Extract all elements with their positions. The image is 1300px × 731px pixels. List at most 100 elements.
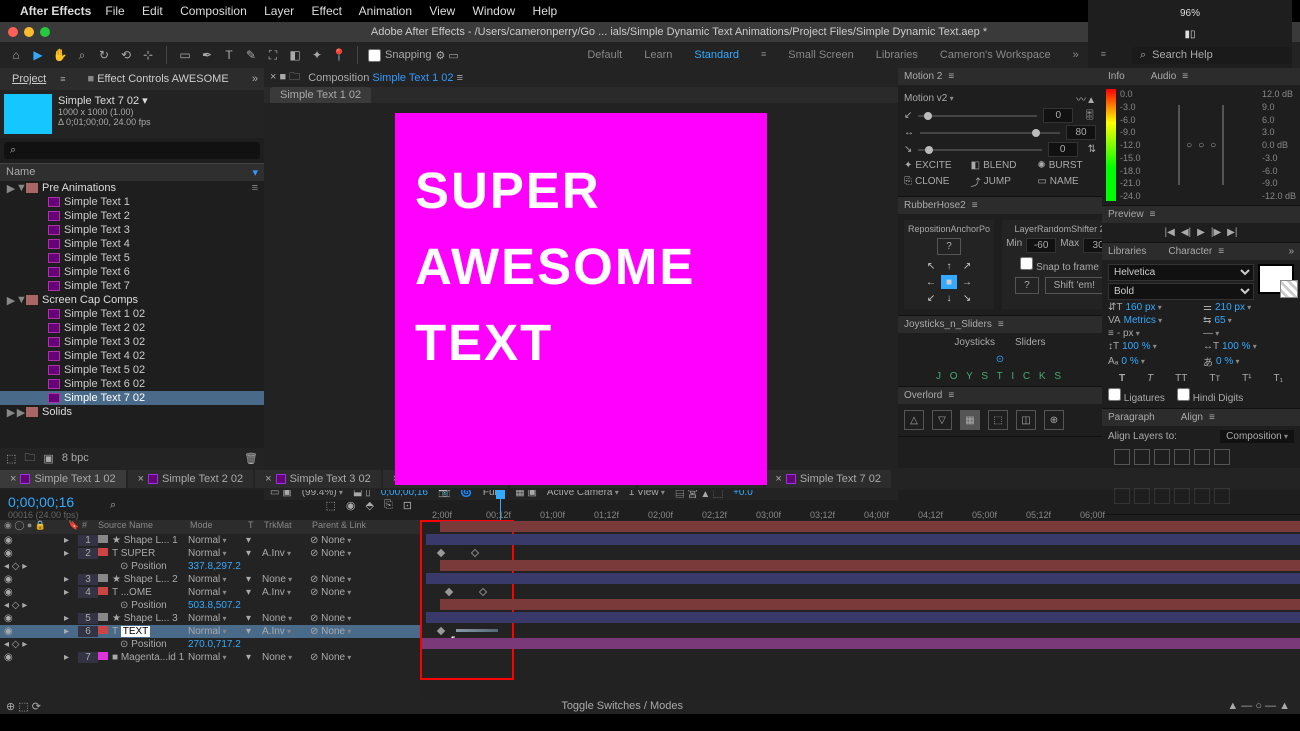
allcaps-btn[interactable]: TT xyxy=(1175,373,1187,384)
shift-em-btn[interactable]: Shift 'em! xyxy=(1045,277,1104,294)
new-folder-icon[interactable]: 🗀 xyxy=(24,449,35,468)
superscript-btn[interactable]: T¹ xyxy=(1242,373,1251,384)
ovl-3[interactable]: ▦ xyxy=(960,410,980,430)
track[interactable] xyxy=(420,585,1300,598)
btn-excite[interactable]: ✦ EXCITE xyxy=(904,160,963,171)
tl-icon-1[interactable]: ⬚ xyxy=(325,499,335,512)
timeline-timecode[interactable]: 0;00;00;16 xyxy=(8,494,102,510)
stroke-width[interactable]: - px xyxy=(1117,328,1140,339)
eraser-tool-icon[interactable]: ◧ xyxy=(287,47,303,63)
ws-custom[interactable]: Cameron's Workspace xyxy=(940,49,1051,61)
layer-row[interactable]: ◂ ◇ ▸ ⊙ Position 503.8,507.2 xyxy=(0,599,420,612)
tl-icon-5[interactable]: ⊡ xyxy=(403,499,412,512)
layer-row[interactable]: ◉ ▸ 5 ★ Shape L... 3 Normal ▾ None ⊘ Non… xyxy=(0,612,420,625)
ws-libraries[interactable]: Libraries xyxy=(876,49,918,61)
link-icon[interactable]: ⇅ xyxy=(1088,144,1096,155)
project-item[interactable]: Simple Text 7 xyxy=(0,279,264,293)
slider1-value[interactable]: 0 xyxy=(1043,108,1073,123)
btn-burst[interactable]: ✺ BURST xyxy=(1037,160,1096,171)
timeline-tracks[interactable]: ↖ xyxy=(420,520,1300,698)
layer-row[interactable]: ◂ ◇ ▸ ⊙ Position 337.8,297.2 xyxy=(0,560,420,573)
timeline-tab[interactable]: × Simple Text 1 02 xyxy=(0,470,126,488)
align-hcenter[interactable] xyxy=(1134,449,1150,465)
ovl-1[interactable]: △ xyxy=(904,410,924,430)
play-icon[interactable]: ▶ xyxy=(1197,227,1205,238)
minimize-window[interactable] xyxy=(24,27,34,37)
track[interactable] xyxy=(420,637,1300,650)
tl-icon-2[interactable]: ◉ xyxy=(346,499,356,512)
align-right[interactable] xyxy=(1154,449,1170,465)
font-family[interactable]: Helvetica xyxy=(1108,264,1254,281)
pen-tool-icon[interactable]: ✒ xyxy=(199,47,215,63)
project-item[interactable]: Simple Text 2 02 xyxy=(0,321,264,335)
tuning-icon[interactable]: 🎚 xyxy=(1083,110,1096,121)
baseline[interactable]: 0 % xyxy=(1121,356,1144,367)
last-frame-icon[interactable]: ▶| xyxy=(1227,227,1237,238)
folder-scc[interactable]: Screen Cap Comps xyxy=(42,294,138,306)
trash-icon[interactable]: 🗑 xyxy=(244,452,258,465)
folder-solids[interactable]: Solids xyxy=(42,406,72,418)
stroke-style[interactable]: — xyxy=(1203,328,1219,339)
tab-audio[interactable]: Audio xyxy=(1151,71,1177,82)
hand-tool-icon[interactable]: ✋ xyxy=(52,47,68,63)
home-icon[interactable]: ⌂ xyxy=(8,47,24,63)
panel-rubberhose[interactable]: RubberHose2 xyxy=(904,200,966,211)
project-item[interactable]: Simple Text 1 xyxy=(0,195,264,209)
sort-icon[interactable]: ▾ xyxy=(252,166,258,179)
smallcaps-btn[interactable]: Tᴛ xyxy=(1209,373,1220,384)
layer-row[interactable]: ◉ ▸ 3 ★ Shape L... 2 Normal ▾ None ⊘ Non… xyxy=(0,573,420,586)
prev-frame-icon[interactable]: ◀| xyxy=(1181,227,1191,238)
project-item[interactable]: Simple Text 3 02 xyxy=(0,335,264,349)
zoom-slider[interactable]: ▲ — ○ — ▲ xyxy=(1217,700,1300,712)
slider-1[interactable] xyxy=(918,115,1037,117)
col-name[interactable]: Name xyxy=(6,166,35,179)
color-swatch[interactable] xyxy=(1258,264,1294,294)
slider-2[interactable] xyxy=(920,132,1060,134)
subscript-btn[interactable]: T₁ xyxy=(1274,373,1283,384)
v-scale[interactable]: 100 % xyxy=(1122,341,1157,352)
nav-icon[interactable]: × ■ 🗀 xyxy=(270,68,300,87)
comp-tab[interactable]: Simple Text 1 02 xyxy=(270,87,371,103)
rubber-q2[interactable]: ? xyxy=(1015,277,1039,294)
project-tree[interactable]: ▶▼Pre Animations≡ Simple Text 1Simple Te… xyxy=(0,181,264,448)
track[interactable] xyxy=(420,624,1300,637)
project-item[interactable]: Simple Text 4 02 xyxy=(0,349,264,363)
tab-effect-controls[interactable]: ■ Effect Controls AWESOME xyxy=(82,71,235,87)
track[interactable] xyxy=(420,598,1300,611)
ws-overflow-icon[interactable]: » xyxy=(1073,49,1079,61)
snap-frame-check[interactable] xyxy=(1020,257,1033,270)
menu-effect[interactable]: Effect xyxy=(312,4,342,18)
layer-row[interactable]: ◉ ▸ 2 T SUPER Normal ▾ A.Inv ⊘ None xyxy=(0,547,420,560)
align-top[interactable] xyxy=(1174,449,1190,465)
project-item[interactable]: Simple Text 5 xyxy=(0,251,264,265)
min-val[interactable]: -60 xyxy=(1026,238,1056,253)
project-item[interactable]: Simple Text 6 02 xyxy=(0,377,264,391)
tab-project[interactable]: Project xyxy=(6,71,52,87)
interpret-icon[interactable]: ⬚ xyxy=(6,452,16,465)
roto-tool-icon[interactable]: ✦ xyxy=(309,47,325,63)
text-tool-icon[interactable]: T xyxy=(221,47,237,63)
project-item[interactable]: Simple Text 3 xyxy=(0,223,264,237)
project-item[interactable]: Simple Text 5 02 xyxy=(0,363,264,377)
track[interactable] xyxy=(420,546,1300,559)
new-comp-icon[interactable]: ▣ xyxy=(43,452,53,465)
slider3-value[interactable]: 0 xyxy=(1048,142,1078,157)
tab-character[interactable]: Character xyxy=(1168,246,1212,257)
first-frame-icon[interactable]: |◀ xyxy=(1165,227,1175,238)
layer-row[interactable]: ◉ ▸ 4 T ...OME Normal ▾ A.Inv ⊘ None xyxy=(0,586,420,599)
track[interactable] xyxy=(420,611,1300,624)
orbit-tool-icon[interactable]: ↻ xyxy=(96,47,112,63)
project-item[interactable]: Simple Text 2 xyxy=(0,209,264,223)
menu-help[interactable]: Help xyxy=(533,4,558,18)
tsume[interactable]: 0 % xyxy=(1216,356,1239,367)
menu-file[interactable]: File xyxy=(105,4,124,18)
btn-name[interactable]: ▭ NAME xyxy=(1037,174,1096,189)
bold-btn[interactable]: T xyxy=(1119,373,1125,384)
search-help[interactable]: ⌕ Search Help xyxy=(1132,47,1292,64)
comp-viewport[interactable]: SUPER AWESOME TEXT xyxy=(264,103,898,485)
tracking[interactable]: 65 xyxy=(1214,315,1231,326)
toggle-switches[interactable]: Toggle Switches / Modes xyxy=(561,700,683,712)
font-size[interactable]: 160 px xyxy=(1126,302,1162,313)
vol-knob-r[interactable]: ○ xyxy=(1210,140,1216,151)
rubber-tab1[interactable]: RepositionAnchorPo xyxy=(908,224,990,234)
